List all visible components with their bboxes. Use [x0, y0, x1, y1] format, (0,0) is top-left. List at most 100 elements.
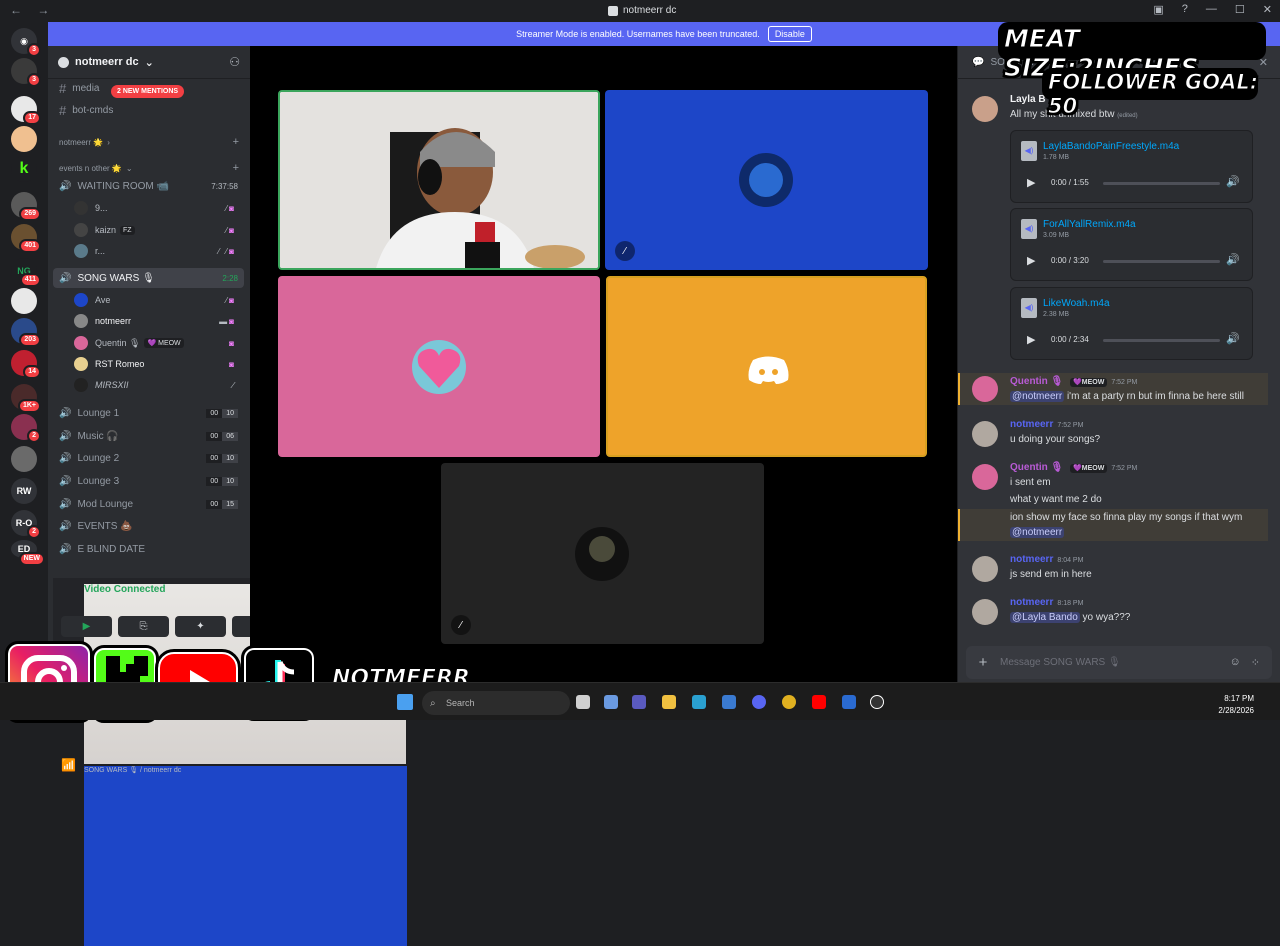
server-icon[interactable]: 1K+: [11, 384, 41, 413]
server-icon[interactable]: 17: [11, 96, 41, 125]
add-member-icon[interactable]: ⚇: [229, 55, 240, 69]
attachment-name[interactable]: LikeWoah.m4a: [1043, 298, 1110, 309]
home-discord-icon[interactable]: ◉ 3: [11, 28, 41, 57]
server-icon[interactable]: NG 411: [11, 258, 41, 287]
volume-icon[interactable]: 🔊: [1226, 253, 1240, 266]
screen-share-button[interactable]: ⎘: [118, 616, 169, 637]
help-icon[interactable]: ?: [1182, 3, 1188, 16]
video-tile-ave[interactable]: ⁄: [605, 90, 928, 270]
server-icon[interactable]: 2: [11, 414, 41, 443]
category-notmeerr[interactable]: notmeerr 🌟 › +: [59, 136, 239, 148]
voice-channel-music[interactable]: 🔊 Music 🎧 00 06: [53, 426, 244, 446]
play-icon[interactable]: ▶: [1027, 333, 1035, 346]
attachment-name[interactable]: ForAllYallRemix.m4a: [1043, 219, 1136, 230]
kick-server-icon[interactable]: k: [11, 156, 37, 182]
voice-channel-lounge-3[interactable]: 🔊 Lounge 3 00 10: [53, 471, 244, 491]
voice-channel-lounge-1[interactable]: 🔊 Lounge 1 00 10: [53, 403, 244, 423]
maximize-button[interactable]: ☐: [1235, 3, 1245, 16]
user-mention[interactable]: @Layla Bando: [1010, 612, 1080, 623]
message-author[interactable]: notmeerr 8:04 PM: [1010, 554, 1083, 565]
server-icon[interactable]: 269: [11, 192, 41, 221]
discord-taskbar-icon[interactable]: [752, 695, 766, 709]
edge-icon[interactable]: [692, 695, 706, 709]
server-icon[interactable]: [11, 288, 37, 314]
voice-channel-events[interactable]: 🔊 EVENTS 💩: [53, 516, 244, 536]
chrome-icon[interactable]: [782, 695, 796, 709]
inbox-icon[interactable]: ▣: [1153, 3, 1163, 16]
voice-user[interactable]: notmeerr ▬◙: [74, 311, 244, 331]
youtube-taskbar-icon[interactable]: [812, 695, 826, 709]
server-ed[interactable]: ED NEW: [11, 540, 45, 566]
server-icon[interactable]: 14: [11, 350, 41, 379]
taskbar-clock[interactable]: 8:17 PM 2/28/2026: [1218, 693, 1254, 717]
voice-user[interactable]: MIRSXII ⁄: [74, 375, 244, 395]
avatar[interactable]: [972, 464, 998, 490]
composer-placeholder[interactable]: Message SONG WARS 🎙: [1000, 657, 1121, 668]
task-view-icon[interactable]: [576, 695, 590, 709]
server-icon[interactable]: 203: [11, 318, 41, 347]
volume-icon[interactable]: 🔊: [1226, 332, 1240, 345]
audio-scrubber[interactable]: [1103, 339, 1220, 342]
server-ro[interactable]: R-O 2: [11, 510, 41, 539]
windows-start-icon[interactable]: [397, 694, 413, 710]
message-author[interactable]: Quentin 🎙 💜MEOW 7:52 PM: [1010, 462, 1137, 473]
avatar[interactable]: [972, 556, 998, 582]
guild-header[interactable]: notmeerr dc ⌄ ⚇: [48, 46, 250, 79]
obs-icon[interactable]: [870, 695, 884, 709]
message-composer[interactable]: + Message SONG WARS 🎙 ☺ ⁘: [966, 646, 1272, 679]
voice-channel-blind-date[interactable]: 🔊 E BLIND DATE: [53, 539, 244, 559]
message-author[interactable]: Layla B: [1010, 94, 1046, 105]
video-tile-quentin[interactable]: [278, 276, 600, 457]
voice-channel-mod-lounge[interactable]: 🔊 Mod Lounge 00 15: [53, 494, 244, 514]
minimize-button[interactable]: —: [1206, 3, 1217, 16]
play-icon[interactable]: ▶: [1027, 176, 1035, 189]
user-mention[interactable]: @notmeerr: [1010, 527, 1065, 538]
add-channel-icon[interactable]: +: [233, 136, 239, 148]
channel-bot-cmds[interactable]: # bot-cmds: [53, 100, 244, 120]
copilot-icon[interactable]: [604, 695, 618, 709]
voice-channel-waiting-room[interactable]: 🔊 WAITING ROOM 📹 7:37:58: [53, 176, 244, 196]
attachment-name[interactable]: LaylaBandoPainFreestyle.m4a: [1043, 141, 1179, 152]
video-tile-mirsxii[interactable]: ⁄: [441, 463, 764, 644]
close-button[interactable]: ✕: [1263, 3, 1272, 16]
video-tile-notmeerr[interactable]: [278, 90, 600, 270]
video-tile-rst-romeo[interactable]: [606, 276, 927, 457]
volume-icon[interactable]: 🔊: [1226, 175, 1240, 188]
voice-user[interactable]: RST Romeo ◙: [74, 354, 244, 374]
voice-channel-song-wars[interactable]: 🔊 SONG WARS 🎙 2:28: [53, 268, 244, 288]
voice-user[interactable]: kaizn FZ ⁄◙: [74, 220, 244, 240]
emoji-icon[interactable]: ☺: [1230, 656, 1241, 669]
category-events[interactable]: events n other 🌟 ⌄ +: [59, 162, 239, 174]
voice-user[interactable]: 9... ⁄◙: [74, 198, 244, 218]
voice-user[interactable]: r... ⁄ ⁄◙: [74, 241, 244, 261]
disable-button[interactable]: Disable: [767, 26, 812, 42]
activities-button[interactable]: ✦: [175, 616, 226, 637]
server-icon[interactable]: [11, 126, 37, 152]
store-icon[interactable]: [722, 695, 736, 709]
add-channel-icon[interactable]: +: [233, 162, 239, 174]
apps-icon[interactable]: ⁘: [1251, 656, 1260, 669]
upload-plus-icon[interactable]: +: [966, 654, 1000, 671]
taskbar-search[interactable]: ⌕ Search: [422, 691, 570, 715]
forward-arrow-icon[interactable]: →: [37, 3, 49, 17]
message-author[interactable]: Quentin 🎙 💜MEOW 7:52 PM: [1010, 376, 1137, 387]
back-arrow-icon[interactable]: ←: [10, 3, 22, 17]
server-rw[interactable]: RW: [11, 478, 37, 504]
audio-scrubber[interactable]: [1103, 260, 1220, 263]
voice-channel-lounge-2[interactable]: 🔊 Lounge 2 00 10: [53, 448, 244, 468]
audio-scrubber[interactable]: [1103, 182, 1220, 185]
app-taskbar-icon[interactable]: [842, 695, 856, 709]
avatar[interactable]: [972, 376, 998, 402]
file-explorer-icon[interactable]: [662, 695, 676, 709]
new-mentions-pill[interactable]: 2 NEW MENTIONS: [111, 85, 185, 98]
user-mention[interactable]: @notmeerr: [1010, 391, 1065, 402]
camera-button[interactable]: ▶: [61, 616, 112, 637]
teams-icon[interactable]: [632, 695, 646, 709]
avatar[interactable]: [972, 96, 998, 122]
message-author[interactable]: notmeerr 7:52 PM: [1010, 419, 1083, 430]
server-icon[interactable]: 3: [11, 58, 41, 87]
avatar[interactable]: [972, 421, 998, 447]
play-icon[interactable]: ▶: [1027, 254, 1035, 267]
message-author[interactable]: notmeerr 8:18 PM: [1010, 597, 1083, 608]
voice-user[interactable]: Ave ⁄◙: [74, 290, 244, 310]
